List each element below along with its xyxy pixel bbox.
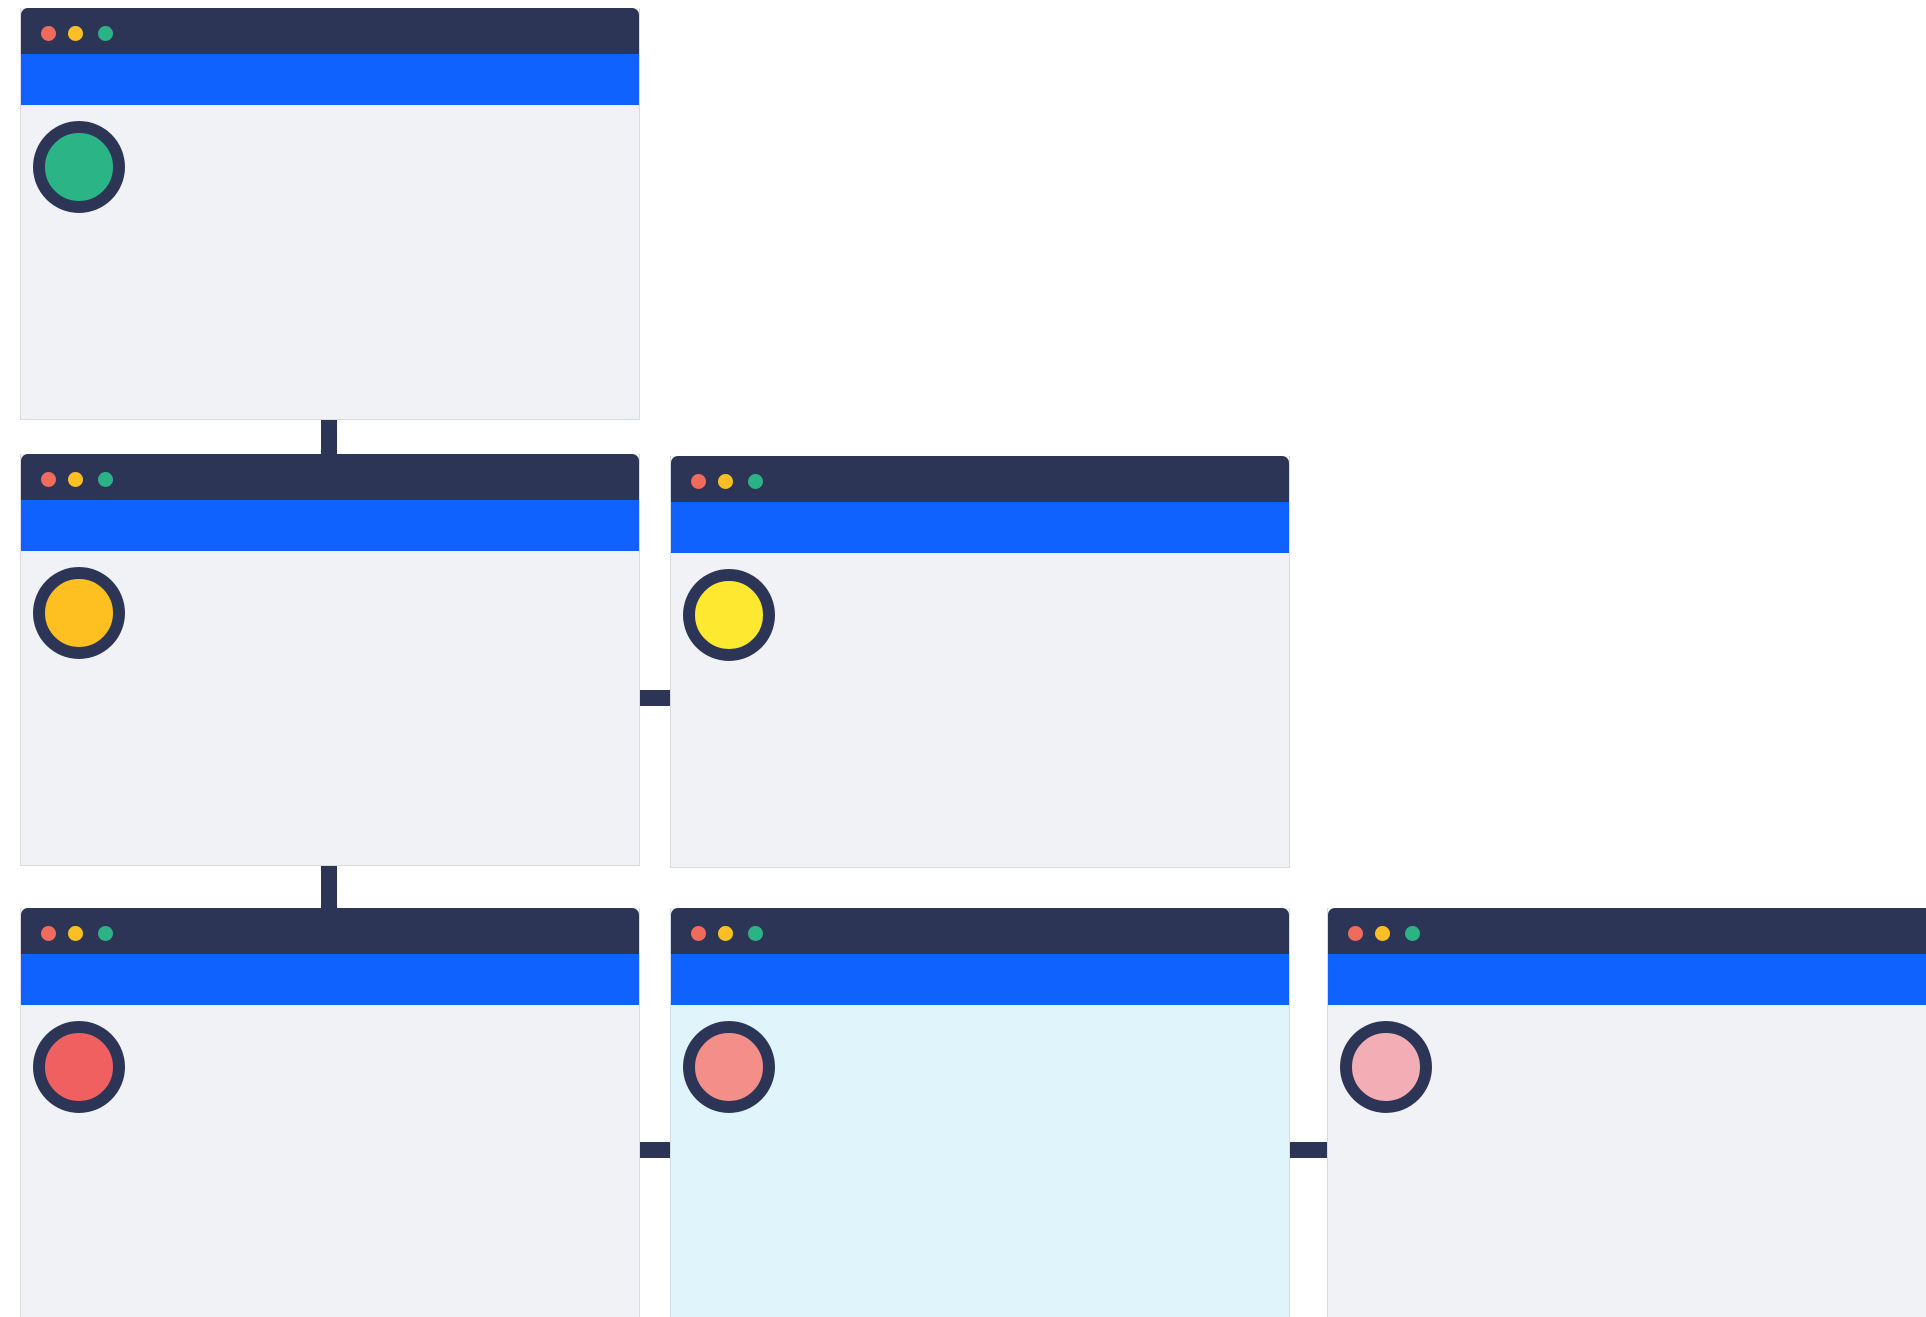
- window-toolbar: [21, 500, 639, 551]
- close-dot-icon: [41, 926, 56, 941]
- maximize-dot-icon: [98, 472, 113, 487]
- window-titlebar: [21, 908, 639, 954]
- connector-r2c1-r2c2: [639, 690, 671, 706]
- close-dot-icon: [41, 26, 56, 41]
- connector-r3c1-r3c2: [639, 1142, 671, 1158]
- status-circle-icon: [33, 121, 125, 213]
- maximize-dot-icon: [98, 926, 113, 941]
- close-dot-icon: [41, 472, 56, 487]
- window-toolbar: [671, 954, 1289, 1005]
- window-toolbar: [21, 954, 639, 1005]
- maximize-dot-icon: [98, 26, 113, 41]
- status-circle-icon: [683, 569, 775, 661]
- minimize-dot-icon: [1375, 926, 1390, 941]
- close-dot-icon: [691, 474, 706, 489]
- connector-r3c2-r3c3: [1289, 1142, 1329, 1158]
- window-titlebar: [21, 8, 639, 54]
- app-window-r3c2: [670, 908, 1290, 1317]
- window-toolbar: [671, 502, 1289, 553]
- maximize-dot-icon: [1405, 926, 1420, 941]
- app-window-r1c1: [20, 8, 640, 420]
- app-window-r3c1: [20, 908, 640, 1317]
- window-titlebar: [671, 908, 1289, 954]
- app-window-r2c1: [20, 454, 640, 866]
- minimize-dot-icon: [718, 926, 733, 941]
- close-dot-icon: [691, 926, 706, 941]
- close-dot-icon: [1348, 926, 1363, 941]
- maximize-dot-icon: [748, 926, 763, 941]
- connector-r1c1-r2c1: [321, 420, 337, 454]
- window-toolbar: [1328, 954, 1926, 1005]
- status-circle-icon: [33, 567, 125, 659]
- flow-diagram: [0, 0, 1926, 1317]
- window-titlebar: [671, 456, 1289, 502]
- status-circle-icon: [33, 1021, 125, 1113]
- minimize-dot-icon: [68, 472, 83, 487]
- status-circle-icon: [1340, 1021, 1432, 1113]
- status-circle-icon: [683, 1021, 775, 1113]
- minimize-dot-icon: [68, 926, 83, 941]
- connector-r2c1-r3c1: [321, 866, 337, 908]
- app-window-r2c2: [670, 456, 1290, 868]
- window-titlebar: [1328, 908, 1926, 954]
- maximize-dot-icon: [748, 474, 763, 489]
- minimize-dot-icon: [718, 474, 733, 489]
- minimize-dot-icon: [68, 26, 83, 41]
- window-titlebar: [21, 454, 639, 500]
- app-window-r3c3: [1327, 908, 1926, 1317]
- window-toolbar: [21, 54, 639, 105]
